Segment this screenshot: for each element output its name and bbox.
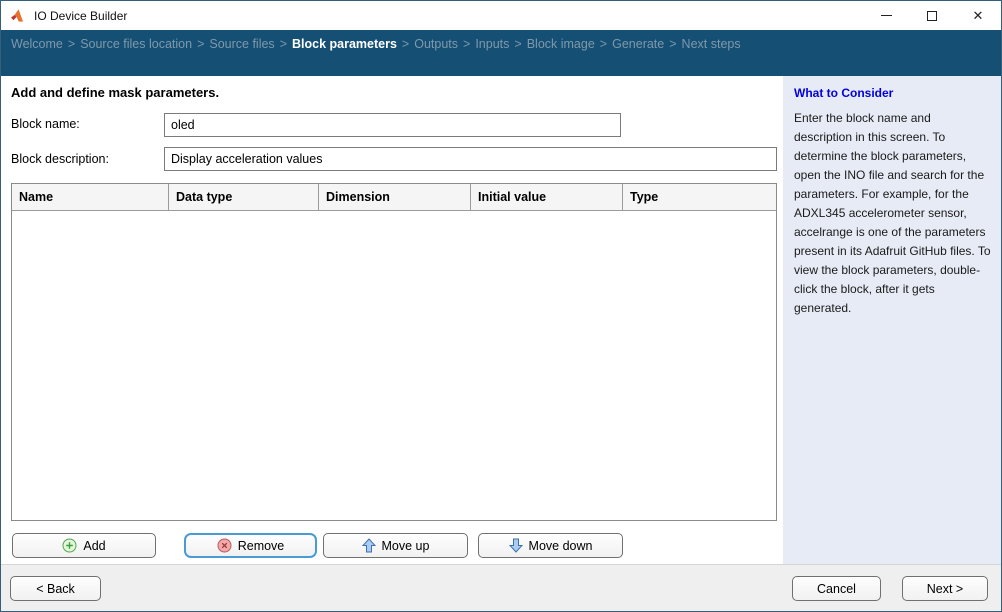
move-up-button[interactable]: Move up bbox=[323, 533, 468, 558]
arrow-up-icon bbox=[362, 538, 376, 553]
breadcrumb-item-welcome: Welcome bbox=[11, 37, 63, 51]
arrow-down-icon bbox=[509, 538, 523, 553]
breadcrumb-separator: > bbox=[197, 37, 204, 51]
block-description-input[interactable] bbox=[164, 147, 777, 171]
column-header-name: Name bbox=[12, 184, 169, 210]
content-area: Add and define mask parameters. Block na… bbox=[1, 76, 1001, 564]
page-heading: Add and define mask parameters. bbox=[11, 85, 219, 100]
io-device-builder-window: IO Device Builder ✕ Welcome > Source files… bbox=[0, 0, 1002, 612]
breadcrumb-separator: > bbox=[514, 37, 521, 51]
parameters-table: Name Data type Dimension Initial value T… bbox=[11, 183, 777, 521]
breadcrumb-separator: > bbox=[68, 37, 75, 51]
breadcrumb-item-block-image: Block image bbox=[527, 37, 595, 51]
maximize-icon bbox=[927, 11, 937, 21]
column-header-initial-value: Initial value bbox=[471, 184, 623, 210]
breadcrumb-item-source-files: Source files bbox=[209, 37, 274, 51]
move-up-button-label: Move up bbox=[382, 539, 430, 553]
move-down-button[interactable]: Move down bbox=[478, 533, 623, 558]
breadcrumb-separator: > bbox=[600, 37, 607, 51]
block-name-input[interactable] bbox=[164, 113, 621, 137]
footer-bar: < Back Cancel Next > bbox=[1, 564, 1001, 611]
x-circle-icon bbox=[217, 538, 232, 553]
remove-button[interactable]: Remove bbox=[184, 533, 317, 558]
sidebar-help-text: Enter the block name and description in … bbox=[794, 109, 991, 318]
add-button-label: Add bbox=[83, 539, 105, 553]
close-button[interactable]: ✕ bbox=[955, 1, 1001, 30]
breadcrumb-separator: > bbox=[402, 37, 409, 51]
remove-button-label: Remove bbox=[238, 539, 285, 553]
column-header-type: Type bbox=[623, 184, 776, 210]
breadcrumb-item-block-parameters: Block parameters bbox=[292, 37, 397, 51]
column-header-dimension: Dimension bbox=[319, 184, 471, 210]
add-button[interactable]: Add bbox=[12, 533, 156, 558]
breadcrumb-item-generate: Generate bbox=[612, 37, 664, 51]
minimize-icon bbox=[881, 15, 892, 16]
next-button[interactable]: Next > bbox=[902, 576, 988, 601]
back-button[interactable]: < Back bbox=[10, 576, 101, 601]
breadcrumb-item-inputs: Inputs bbox=[475, 37, 509, 51]
block-description-label: Block description: bbox=[11, 152, 109, 166]
table-header-row: Name Data type Dimension Initial value T… bbox=[12, 184, 776, 211]
main-panel: Add and define mask parameters. Block na… bbox=[1, 76, 783, 564]
move-down-button-label: Move down bbox=[529, 539, 593, 553]
cancel-button[interactable]: Cancel bbox=[792, 576, 881, 601]
breadcrumb: Welcome > Source files location > Source fil… bbox=[1, 30, 1001, 76]
column-header-data-type: Data type bbox=[169, 184, 319, 210]
matlab-icon bbox=[10, 8, 26, 24]
breadcrumb-item-source-files-location: Source files location bbox=[80, 37, 192, 51]
block-name-label: Block name: bbox=[11, 117, 80, 131]
close-icon: ✕ bbox=[973, 9, 984, 22]
breadcrumb-item-outputs: Outputs bbox=[414, 37, 458, 51]
plus-circle-icon bbox=[62, 538, 77, 553]
breadcrumb-separator: > bbox=[280, 37, 287, 51]
breadcrumb-separator: > bbox=[669, 37, 676, 51]
table-body-empty bbox=[12, 211, 776, 520]
help-sidebar: What to Consider Enter the block name an… bbox=[783, 76, 1001, 564]
maximize-button[interactable] bbox=[909, 1, 955, 30]
breadcrumb-separator: > bbox=[463, 37, 470, 51]
minimize-button[interactable] bbox=[863, 1, 909, 30]
title-bar: IO Device Builder ✕ bbox=[1, 1, 1001, 30]
what-to-consider-title: What to Consider bbox=[794, 86, 991, 100]
breadcrumb-item-next-steps: Next steps bbox=[682, 37, 741, 51]
window-title: IO Device Builder bbox=[34, 9, 127, 23]
